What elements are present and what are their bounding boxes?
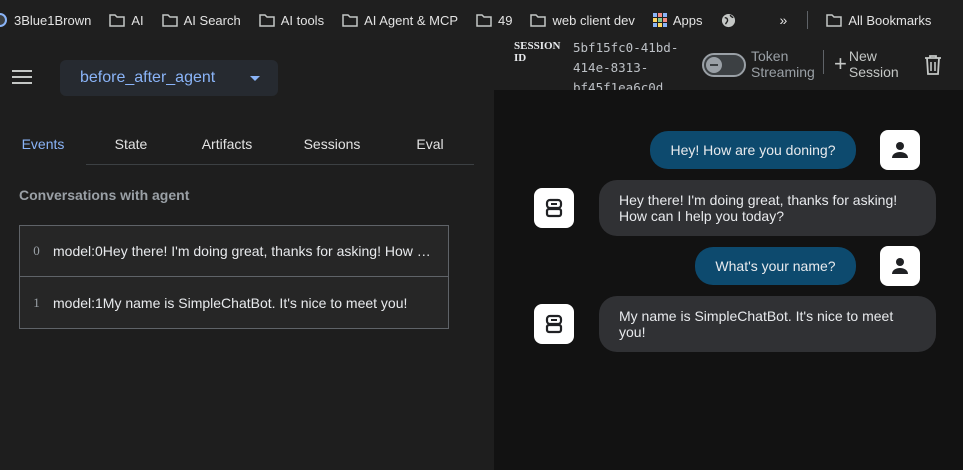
- token-streaming-label: Token Streaming: [751, 48, 815, 80]
- circle-icon: [0, 13, 7, 27]
- app-select[interactable]: before_after_agent: [60, 60, 278, 96]
- bookmark-3blue1brown[interactable]: 3Blue1Brown: [0, 12, 91, 28]
- globe-icon: [721, 13, 735, 27]
- caret-down-icon: [250, 76, 260, 81]
- token-streaming-toggle[interactable]: [702, 53, 746, 77]
- bookmark-ai-tools[interactable]: AI tools: [258, 12, 325, 28]
- robot-icon: [545, 314, 563, 334]
- new-session-label: New Session: [848, 48, 899, 80]
- bookmark-all-bookmarks[interactable]: All Bookmarks: [826, 13, 931, 28]
- row-text: model:1My name is SimpleChatBot. It's ni…: [53, 294, 408, 311]
- bookmarks-divider: [807, 11, 809, 29]
- bookmark-ai-search[interactable]: AI Search: [161, 12, 241, 28]
- bookmark-label: All Bookmarks: [848, 12, 932, 28]
- bookmark-label: Apps: [672, 12, 703, 28]
- bookmark-web-client-dev[interactable]: web client dev: [530, 12, 635, 28]
- conversation-row[interactable]: 1 model:1My name is SimpleChatBot. It's …: [20, 277, 448, 328]
- folder-icon: [476, 13, 492, 27]
- apps-grid-icon: [652, 13, 667, 27]
- conversations-title: Conversations with agent: [19, 187, 190, 203]
- bookmark-label: 49: [498, 12, 513, 28]
- folder-icon: [342, 13, 358, 27]
- session-id-value: 5bf15fc0-41bd-414e-8313-bf45f1ea6c0d: [573, 40, 679, 95]
- bookmark-49[interactable]: 49: [476, 13, 512, 28]
- header-divider: [823, 50, 824, 74]
- tab-events[interactable]: Events: [0, 122, 86, 166]
- bookmark-label: AI tools: [280, 12, 325, 28]
- bookmark-label: AI: [131, 12, 144, 28]
- bookmark-ai-agent-mcp[interactable]: AI Agent & MCP: [342, 13, 458, 28]
- tab-sessions[interactable]: Sessions: [278, 122, 386, 165]
- bookmark-apps[interactable]: Apps: [652, 12, 703, 28]
- bookmark-label: 3Blue1Brown: [14, 12, 92, 28]
- more-bookmarks-button[interactable]: »: [780, 12, 788, 28]
- person-icon: [892, 258, 908, 274]
- folder-icon: [258, 13, 275, 27]
- menu-icon[interactable]: [12, 70, 32, 86]
- toggle-knob: [706, 57, 722, 73]
- row-index: 1: [33, 294, 40, 310]
- folder-icon: [161, 13, 178, 27]
- trash-icon[interactable]: [923, 54, 943, 76]
- bookmark-label: web client dev: [552, 12, 635, 28]
- person-icon: [892, 142, 908, 158]
- plus-icon: +: [834, 51, 847, 76]
- robot-icon: [545, 198, 563, 218]
- conversation-list: 0 model:0Hey there! I'm doing great, tha…: [19, 225, 449, 329]
- user-message: What's your name?: [695, 247, 856, 285]
- app-select-value: before_after_agent: [80, 69, 216, 86]
- bot-avatar: [534, 304, 574, 344]
- session-id-label: SESSION ID: [514, 40, 561, 64]
- tab-eval[interactable]: Eval: [386, 122, 474, 165]
- bookmark-label: AI Search: [183, 12, 241, 28]
- row-text: model:0Hey there! I'm doing great, thank…: [53, 243, 435, 259]
- tab-state[interactable]: State: [86, 122, 176, 165]
- folder-icon: [109, 13, 126, 27]
- bookmark-globe[interactable]: [721, 13, 736, 28]
- conversation-row[interactable]: 0 model:0Hey there! I'm doing great, tha…: [20, 226, 448, 277]
- bookmark-ai[interactable]: AI: [109, 12, 144, 28]
- bot-message: My name is SimpleChatBot. It's nice to m…: [599, 296, 936, 352]
- row-index: 0: [33, 243, 40, 258]
- bot-avatar: [534, 188, 574, 228]
- bookmarks-bar: 3Blue1Brown AI AI Search AI tools AI Age…: [0, 0, 963, 40]
- user-avatar: [880, 246, 920, 286]
- session-header: SESSION ID 5bf15fc0-41bd-414e-8313-bf45f…: [494, 40, 963, 95]
- user-message: Hey! How are you doning?: [650, 131, 856, 169]
- folder-icon: [530, 13, 547, 27]
- bot-message: Hey there! I'm doing great, thanks for a…: [599, 180, 936, 236]
- chat-panel: Hey! How are you doning? Hey there! I'm …: [494, 90, 963, 470]
- tab-artifacts[interactable]: Artifacts: [176, 122, 278, 165]
- folder-icon: [826, 13, 843, 27]
- new-session-button[interactable]: + New Session: [834, 48, 903, 80]
- side-panel: before_after_agent Events State Artifact…: [0, 40, 494, 470]
- tab-bar: Events State Artifacts Sessions Eval: [0, 122, 474, 166]
- user-avatar: [880, 130, 920, 170]
- bookmark-label: AI Agent & MCP: [364, 12, 459, 28]
